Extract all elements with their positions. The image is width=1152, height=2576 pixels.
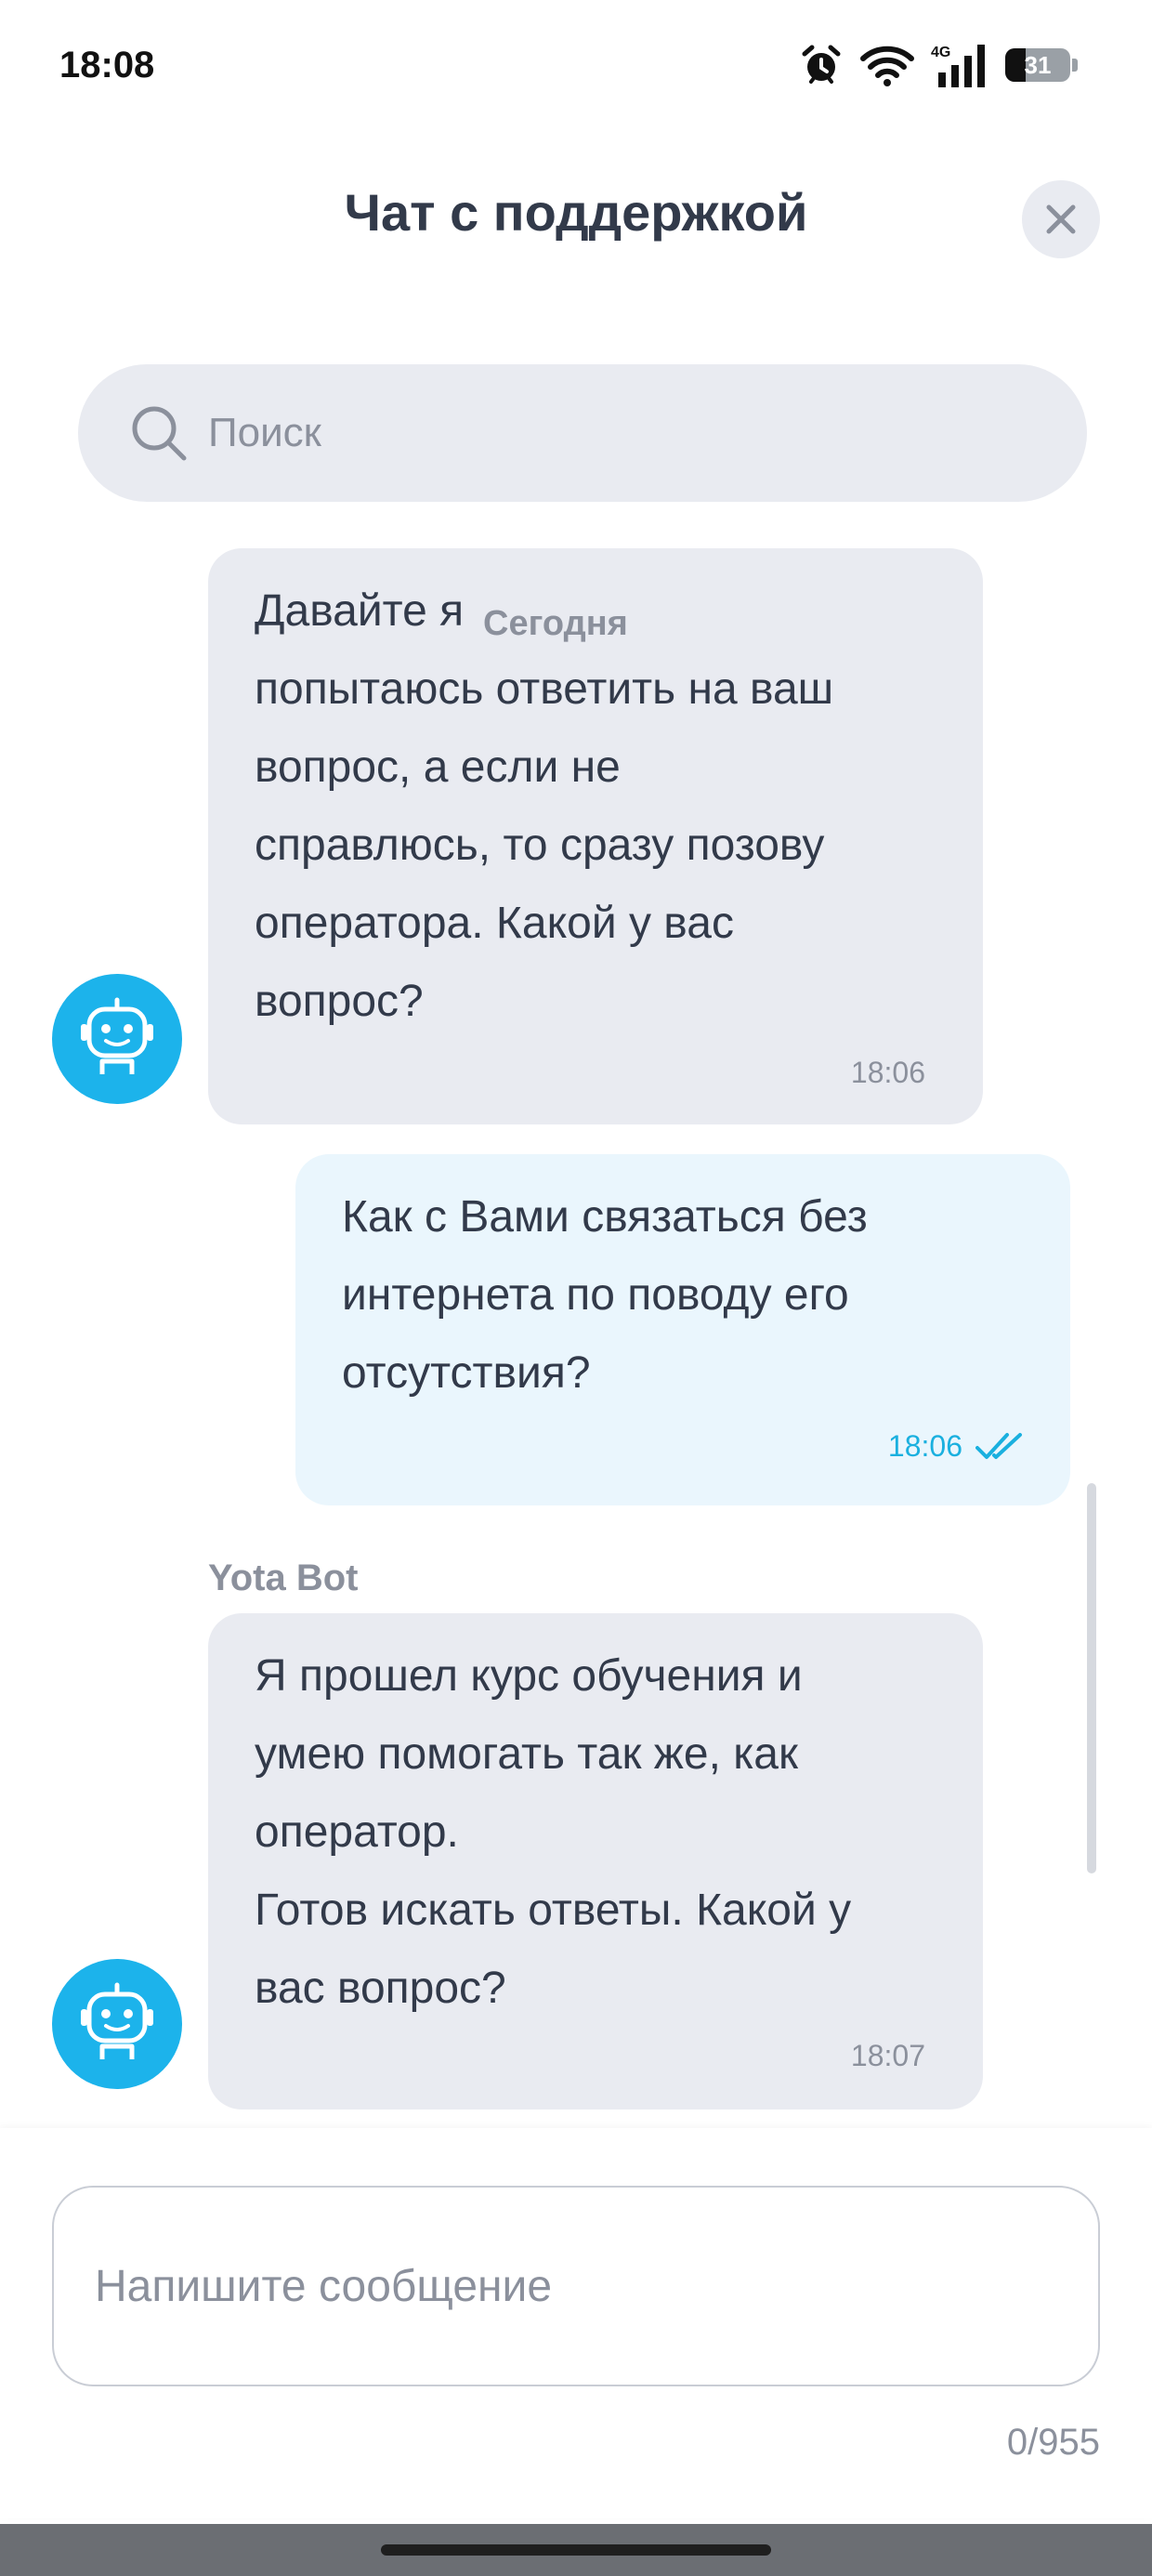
message-composer: 0/955 bbox=[0, 2128, 1152, 2518]
message-time: 18:07 bbox=[850, 2039, 925, 2072]
status-bar: 18:08 4G 31 bbox=[0, 0, 1152, 130]
message-text: Как с Вами связаться без интернета по по… bbox=[342, 1192, 868, 1398]
message-text: Я прошел курс обучения и умею помогать т… bbox=[255, 1651, 852, 2013]
search-bar[interactable] bbox=[78, 364, 1087, 502]
alarm-icon bbox=[799, 43, 844, 87]
battery-level: 31 bbox=[1024, 51, 1052, 79]
bot-avatar bbox=[52, 1959, 182, 2089]
double-check-icon bbox=[975, 1433, 1022, 1459]
battery-icon: 31 bbox=[1005, 46, 1078, 84]
home-indicator[interactable] bbox=[381, 2544, 771, 2556]
sender-name: Yota Bot bbox=[208, 1557, 359, 1598]
char-counter: 0/955 bbox=[1006, 2422, 1100, 2463]
robot-icon bbox=[81, 1982, 153, 2059]
chat-screen: 18:08 4G 31 Чат с поддержкой Поиск Давай… bbox=[0, 0, 1152, 2576]
close-icon bbox=[1046, 204, 1076, 234]
search-icon bbox=[132, 406, 187, 461]
message-time: 18:06 bbox=[850, 1056, 925, 1089]
status-time: 18:08 bbox=[59, 45, 155, 85]
message-time: 18:06 bbox=[887, 1429, 962, 1463]
search-input[interactable] bbox=[208, 410, 1026, 456]
4g-signal-icon: 4G bbox=[931, 43, 988, 87]
date-separator: Сегодня bbox=[479, 600, 632, 647]
page-title: Чат с поддержкой bbox=[344, 183, 808, 242]
network-label: 4G bbox=[931, 45, 950, 60]
message-input[interactable] bbox=[52, 2186, 1100, 2386]
user-message: Как с Вами связаться без интернета по по… bbox=[295, 1154, 1070, 1505]
robot-icon bbox=[81, 997, 153, 1074]
bot-avatar bbox=[52, 974, 182, 1104]
message-list[interactable]: Давайте я попытаюсь ответить на ваш вопр… bbox=[0, 548, 1152, 2128]
bot-message: Я прошел курс обучения и умею помогать т… bbox=[208, 1613, 983, 2109]
wifi-icon bbox=[860, 44, 914, 86]
status-icons: 4G 31 bbox=[799, 41, 1078, 89]
system-nav-bar bbox=[0, 2524, 1152, 2576]
scrollbar[interactable] bbox=[1087, 1483, 1096, 1873]
close-button[interactable] bbox=[1022, 180, 1100, 258]
